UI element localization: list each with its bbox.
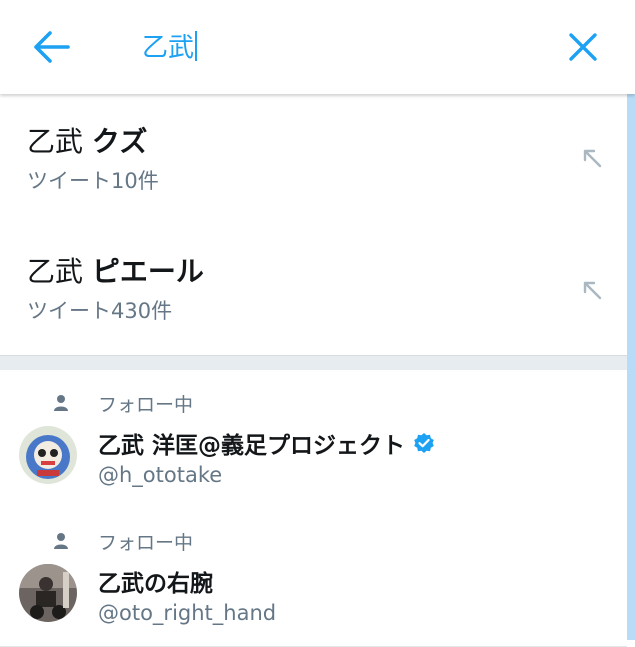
user-result[interactable]: フォロー中 乙武の右腕 @oto_right_hand — [0, 508, 627, 647]
arrow-up-left-icon[interactable] — [581, 147, 603, 169]
arrow-up-left-icon[interactable] — [581, 279, 603, 301]
suggestion-title: 乙武 クズ — [27, 125, 147, 159]
suggestion-prefix: 乙武 — [27, 125, 84, 158]
user-handle: @oto_right_hand — [98, 601, 277, 625]
suggestion-count: ツイート10件 — [27, 169, 159, 193]
user-handle: @h_ototake — [98, 463, 223, 487]
section-divider — [0, 355, 627, 371]
person-icon — [54, 533, 68, 549]
user-name-text: 乙武 洋匡@義足プロジェクト — [98, 433, 406, 459]
scrollbar[interactable] — [627, 94, 635, 640]
arrow-left-icon[interactable] — [30, 26, 72, 68]
suggestion-highlight: ピエール — [91, 255, 204, 288]
avatar[interactable] — [19, 564, 77, 622]
verified-badge-icon — [414, 433, 434, 453]
following-label: フォロー中 — [98, 394, 194, 416]
person-icon — [54, 395, 68, 411]
search-bar: 乙武 — [0, 0, 635, 94]
suggestion-prefix: 乙武 — [27, 255, 84, 288]
user-result[interactable]: フォロー中 乙武 洋匡@義足プロジェクト @h_ototake — [0, 370, 627, 509]
suggestion-title: 乙武 ピエール — [27, 255, 204, 289]
text-cursor — [195, 31, 198, 61]
user-name: 乙武の右腕 — [98, 564, 213, 598]
close-icon[interactable] — [566, 30, 600, 64]
user-name-text: 乙武の右腕 — [98, 571, 213, 597]
avatar[interactable] — [19, 426, 77, 484]
search-input[interactable]: 乙武 — [142, 30, 198, 66]
scrollbar-thumb[interactable] — [627, 94, 635, 640]
search-suggestion[interactable]: 乙武 ピエール ツイート430件 — [0, 225, 627, 356]
search-query-text: 乙武 — [142, 33, 195, 63]
suggestion-count: ツイート430件 — [27, 299, 173, 323]
search-suggestion[interactable]: 乙武 クズ ツイート10件 — [0, 95, 627, 226]
following-label: フォロー中 — [98, 532, 194, 554]
user-name: 乙武 洋匡@義足プロジェクト — [98, 426, 435, 460]
suggestion-highlight: クズ — [91, 125, 148, 158]
